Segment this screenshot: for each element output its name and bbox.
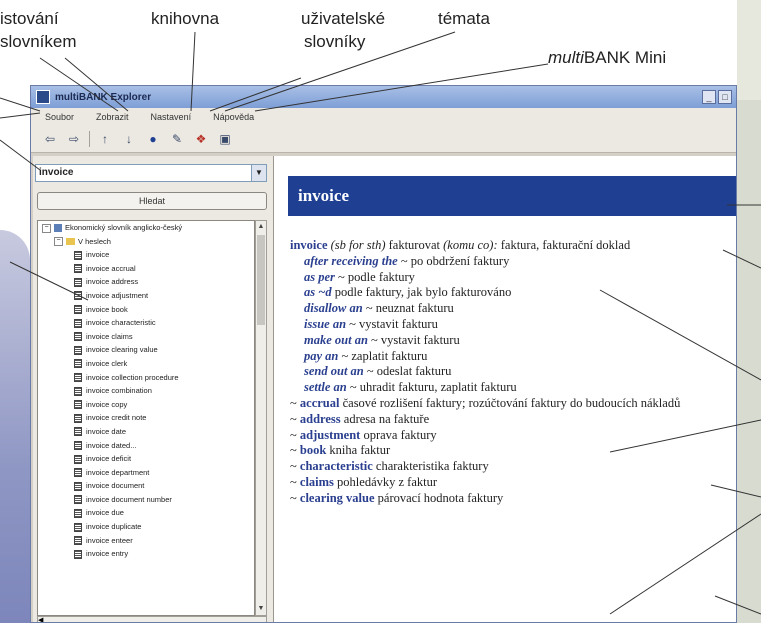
line-knihovna — [190, 31, 196, 112]
line-right-main — [722, 249, 761, 269]
line-right-phrases — [599, 289, 761, 381]
line-multibank — [254, 63, 549, 112]
line-right-compounds — [609, 513, 761, 615]
line-left-1 — [0, 97, 41, 112]
line-right-bottom — [714, 595, 761, 615]
line-right-settle — [609, 419, 761, 453]
line-left-tree — [9, 261, 89, 301]
annotation-lines — [0, 31, 761, 615]
line-listovani-a — [64, 57, 129, 112]
line-right-accrual — [710, 484, 761, 498]
line-left-3 — [0, 139, 41, 171]
line-left-2 — [0, 112, 41, 119]
line-listovani-b — [39, 57, 119, 112]
line-temata — [224, 31, 456, 112]
